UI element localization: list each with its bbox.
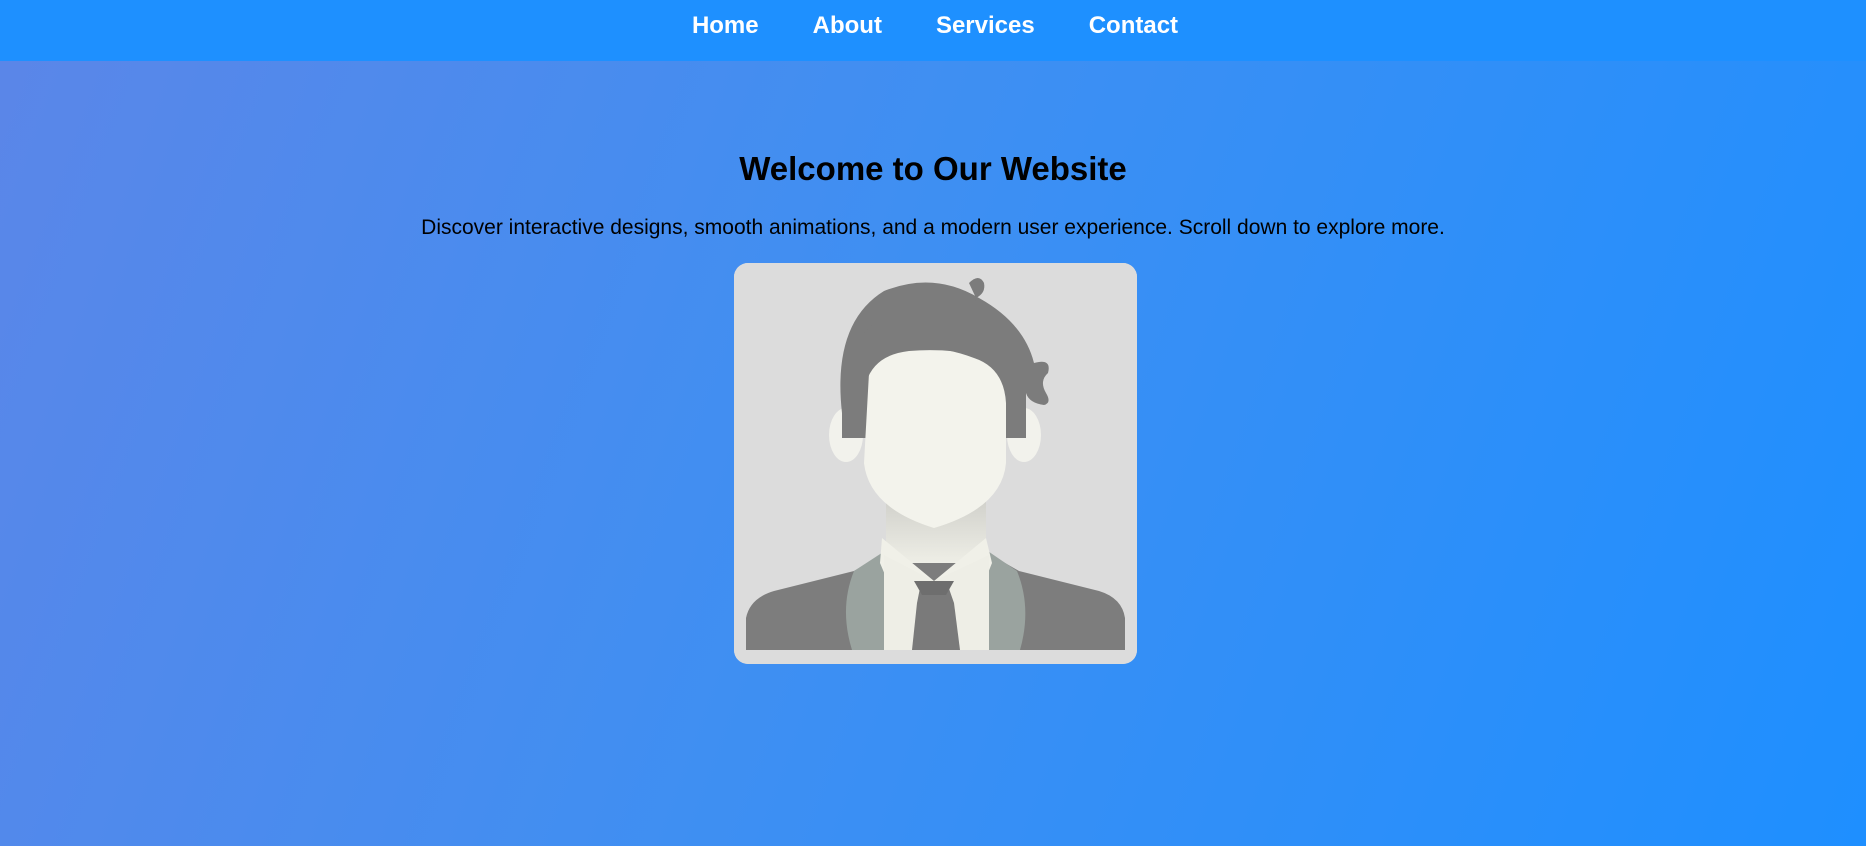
nav-link-contact[interactable]: Contact <box>1089 11 1178 41</box>
top-navbar: Home About Services Contact <box>0 0 1866 61</box>
nav-link-about[interactable]: About <box>813 11 882 41</box>
nav-link-home[interactable]: Home <box>692 11 759 41</box>
avatar-image <box>734 263 1137 664</box>
nav-link-services[interactable]: Services <box>936 11 1035 41</box>
hero-subtitle: Discover interactive designs, smooth ani… <box>421 216 1445 239</box>
user-avatar-icon <box>734 263 1137 664</box>
nav-list: Home About Services Contact <box>688 11 1178 41</box>
hero-title: Welcome to Our Website <box>739 150 1127 187</box>
